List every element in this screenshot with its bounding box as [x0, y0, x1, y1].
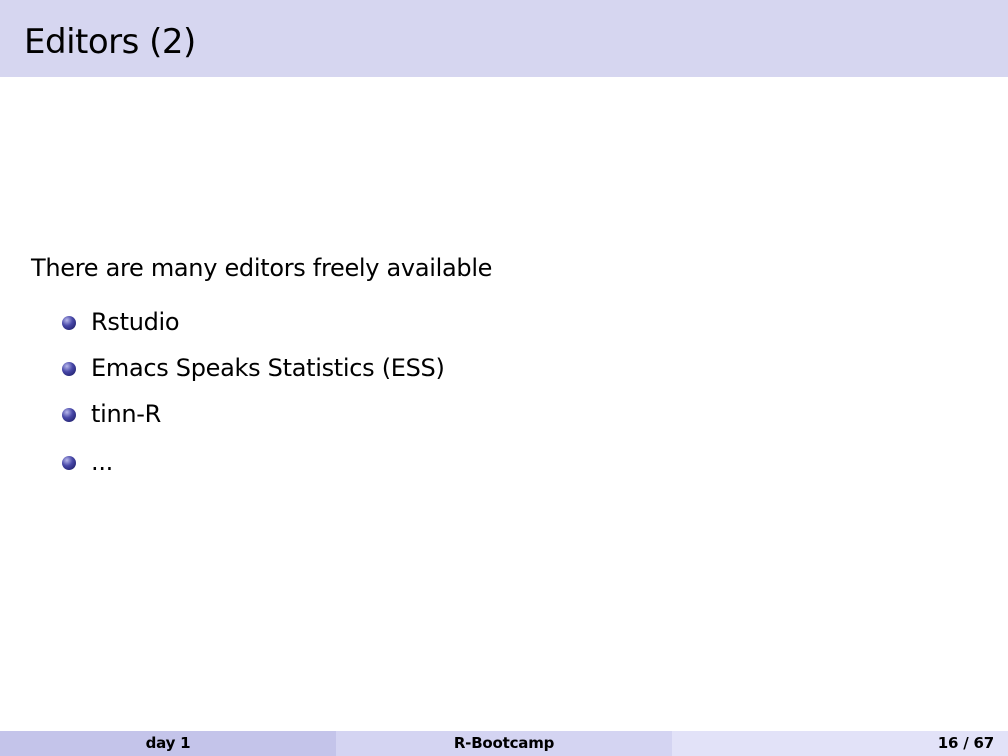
- bullet-icon: [62, 456, 76, 470]
- list-item-label: Emacs Speaks Statistics (ESS): [91, 354, 445, 382]
- footer-section-day: day 1: [0, 731, 336, 756]
- footer-title-label: R-Bootcamp: [453, 734, 555, 752]
- bullet-icon: [62, 362, 76, 376]
- slide-title: Editors (2): [24, 22, 196, 62]
- footer-section-title: R-Bootcamp: [336, 731, 672, 756]
- list-item-label: Rstudio: [91, 308, 180, 336]
- list-item-label: tinn-R: [91, 400, 162, 428]
- page-number: 16 / 67: [937, 734, 994, 752]
- footer-section-page: 16 / 67: [672, 731, 1008, 756]
- bullet-icon: [62, 408, 76, 422]
- footer-day-label: day 1: [145, 734, 191, 752]
- slide-title-bar: Editors (2): [0, 0, 1008, 77]
- slide-intro-text: There are many editors freely available: [31, 254, 493, 282]
- slide-footer: day 1 R-Bootcamp 16 / 67: [0, 731, 1008, 756]
- list-item-label: ...: [91, 448, 113, 476]
- bullet-icon: [62, 316, 76, 330]
